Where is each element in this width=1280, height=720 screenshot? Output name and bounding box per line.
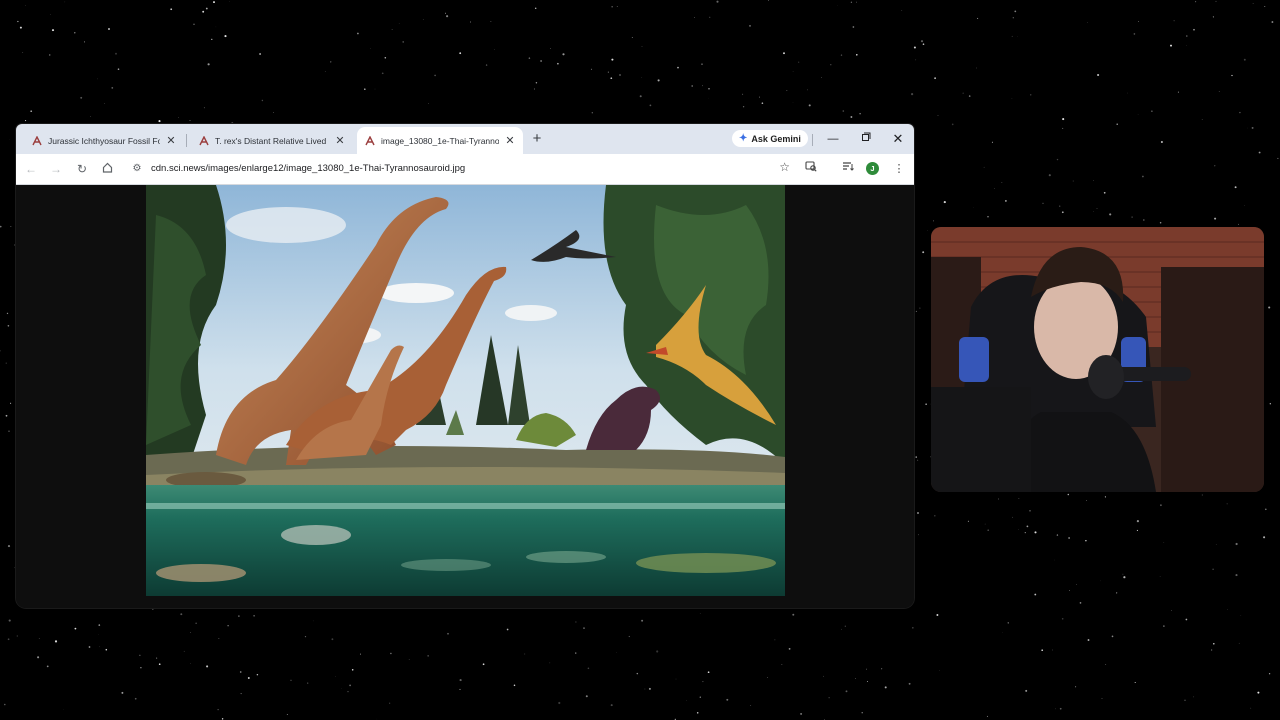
restore-window-icon[interactable] bbox=[857, 130, 875, 148]
ask-gemini-label: Ask Gemini bbox=[751, 133, 801, 144]
close-window-icon[interactable]: ✕ bbox=[889, 130, 907, 148]
tab-title: image_13080_1e-Thai-Tyrannos bbox=[381, 135, 499, 146]
close-tab-icon[interactable]: ✕ bbox=[166, 134, 176, 147]
tab-title: Jurassic Ichthyosaur Fossil Four bbox=[48, 135, 160, 146]
image-viewer bbox=[16, 185, 914, 608]
tab-trex-relative[interactable]: T. rex's Distant Relative Lived in ✕ bbox=[191, 127, 353, 154]
minimize-window-icon[interactable]: — bbox=[824, 130, 842, 148]
google-lens-search-icon[interactable] bbox=[802, 160, 820, 178]
more-menu-kebab-icon[interactable]: ⋮ bbox=[890, 160, 908, 178]
tab-jurassic-ichthyosaur[interactable]: Jurassic Ichthyosaur Fossil Four ✕ bbox=[24, 127, 184, 154]
toolbar-divider bbox=[812, 134, 813, 146]
close-tab-icon[interactable]: ✕ bbox=[505, 134, 515, 147]
new-tab-plus-icon[interactable]: + bbox=[528, 130, 546, 148]
sci-news-favicon-icon bbox=[365, 135, 375, 146]
dinosaur-illustration-image bbox=[146, 185, 785, 596]
home-icon[interactable] bbox=[98, 160, 116, 178]
sci-news-favicon-icon bbox=[199, 135, 209, 146]
site-info-tune-icon[interactable]: ⚙ bbox=[130, 163, 144, 174]
reload-icon[interactable]: ↻ bbox=[73, 160, 91, 178]
tab-thai-tyrannosauroid-image[interactable]: image_13080_1e-Thai-Tyrannos ✕ bbox=[357, 127, 523, 154]
tab-strip: Jurassic Ichthyosaur Fossil Four ✕ T. re… bbox=[16, 124, 914, 154]
tab-title: T. rex's Distant Relative Lived in bbox=[215, 135, 329, 146]
browser-window: Jurassic Ichthyosaur Fossil Four ✕ T. re… bbox=[16, 124, 914, 608]
sci-news-favicon-icon bbox=[32, 135, 42, 146]
reading-list-icon[interactable] bbox=[839, 160, 857, 178]
back-arrow-icon[interactable]: ← bbox=[22, 160, 40, 178]
address-bar[interactable]: ⚙ cdn.sci.news/images/enlarge12/image_13… bbox=[126, 157, 794, 180]
tab-divider bbox=[186, 134, 187, 147]
profile-avatar[interactable]: J bbox=[866, 162, 879, 175]
forward-arrow-icon[interactable]: → bbox=[47, 160, 65, 178]
browser-toolbar: ← → ↻ ⚙ cdn.sci.news/images/enlarge12/im… bbox=[16, 154, 914, 185]
bookmark-star-icon[interactable]: ☆ bbox=[779, 160, 790, 174]
webcam-feed-image bbox=[931, 227, 1264, 492]
close-tab-icon[interactable]: ✕ bbox=[335, 134, 345, 147]
ask-gemini-button[interactable]: ✦ Ask Gemini bbox=[732, 130, 808, 147]
gemini-sparkle-icon: ✦ bbox=[739, 133, 748, 144]
url-text: cdn.sci.news/images/enlarge12/image_1308… bbox=[151, 163, 466, 174]
